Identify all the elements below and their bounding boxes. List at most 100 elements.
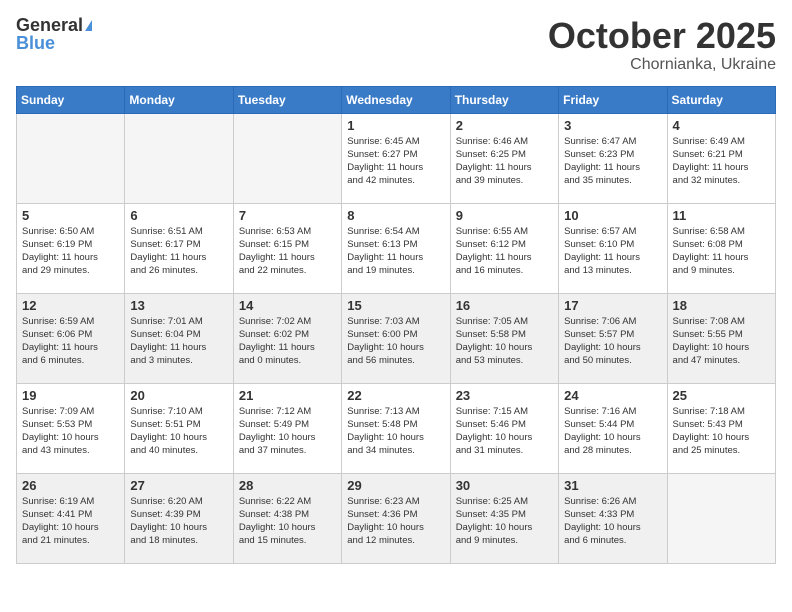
day-number: 31: [564, 478, 661, 493]
day-number: 28: [239, 478, 336, 493]
day-number: 13: [130, 298, 227, 313]
day-number: 3: [564, 118, 661, 133]
day-info: Sunrise: 6:53 AM Sunset: 6:15 PM Dayligh…: [239, 225, 336, 278]
page-header: General Blue October 2025 Chornianka, Uk…: [16, 16, 776, 74]
day-number: 14: [239, 298, 336, 313]
day-info: Sunrise: 6:57 AM Sunset: 6:10 PM Dayligh…: [564, 225, 661, 278]
day-info: Sunrise: 6:26 AM Sunset: 4:33 PM Dayligh…: [564, 495, 661, 548]
day-info: Sunrise: 6:59 AM Sunset: 6:06 PM Dayligh…: [22, 315, 119, 368]
weekday-header: Tuesday: [233, 86, 341, 113]
calendar-cell: 22 Sunrise: 7:13 AM Sunset: 5:48 PM Dayli…: [342, 383, 450, 473]
day-number: 8: [347, 208, 444, 223]
day-info: Sunrise: 7:15 AM Sunset: 5:46 PM Dayligh…: [456, 405, 553, 458]
day-info: Sunrise: 6:51 AM Sunset: 6:17 PM Dayligh…: [130, 225, 227, 278]
calendar-cell: 13 Sunrise: 7:01 AM Sunset: 6:04 PM Dayli…: [125, 293, 233, 383]
day-number: 5: [22, 208, 119, 223]
day-number: 16: [456, 298, 553, 313]
calendar-cell: 27Sunrise: 6:20 AM Sunset: 4:39 PM Dayli…: [125, 473, 233, 563]
calendar-cell: 21 Sunrise: 7:12 AM Sunset: 5:49 PM Dayli…: [233, 383, 341, 473]
day-number: 11: [673, 208, 770, 223]
day-info: Sunrise: 6:55 AM Sunset: 6:12 PM Dayligh…: [456, 225, 553, 278]
day-info: Sunrise: 6:49 AM Sunset: 6:21 PM Dayligh…: [673, 135, 770, 188]
month-title: October 2025: [548, 16, 776, 56]
calendar-cell: 17Sunrise: 7:06 AM Sunset: 5:57 PM Dayli…: [559, 293, 667, 383]
weekday-header: Saturday: [667, 86, 775, 113]
day-number: 21: [239, 388, 336, 403]
calendar-cell: 15 Sunrise: 7:03 AM Sunset: 6:00 PM Dayli…: [342, 293, 450, 383]
day-number: 23: [456, 388, 553, 403]
day-info: Sunrise: 7:10 AM Sunset: 5:51 PM Dayligh…: [130, 405, 227, 458]
calendar-cell: 12 Sunrise: 6:59 AM Sunset: 6:06 PM Dayli…: [17, 293, 125, 383]
weekday-header: Sunday: [17, 86, 125, 113]
calendar-cell: [667, 473, 775, 563]
day-info: Sunrise: 6:25 AM Sunset: 4:35 PM Dayligh…: [456, 495, 553, 548]
day-info: Sunrise: 6:58 AM Sunset: 6:08 PM Dayligh…: [673, 225, 770, 278]
calendar-cell: 30 Sunrise: 6:25 AM Sunset: 4:35 PM Dayli…: [450, 473, 558, 563]
day-number: 18: [673, 298, 770, 313]
calendar-cell: 20Sunrise: 7:10 AM Sunset: 5:51 PM Dayli…: [125, 383, 233, 473]
day-info: Sunrise: 7:03 AM Sunset: 6:00 PM Dayligh…: [347, 315, 444, 368]
day-number: 25: [673, 388, 770, 403]
day-info: Sunrise: 6:54 AM Sunset: 6:13 PM Dayligh…: [347, 225, 444, 278]
weekday-header: Thursday: [450, 86, 558, 113]
calendar-cell: 28 Sunrise: 6:22 AM Sunset: 4:38 PM Dayli…: [233, 473, 341, 563]
day-number: 17: [564, 298, 661, 313]
day-info: Sunrise: 7:01 AM Sunset: 6:04 PM Dayligh…: [130, 315, 227, 368]
day-number: 7: [239, 208, 336, 223]
day-info: Sunrise: 6:45 AM Sunset: 6:27 PM Dayligh…: [347, 135, 444, 188]
calendar-cell: 7 Sunrise: 6:53 AM Sunset: 6:15 PM Daylig…: [233, 203, 341, 293]
day-info: Sunrise: 7:13 AM Sunset: 5:48 PM Dayligh…: [347, 405, 444, 458]
day-info: Sunrise: 7:12 AM Sunset: 5:49 PM Dayligh…: [239, 405, 336, 458]
day-number: 9: [456, 208, 553, 223]
calendar-cell: 25 Sunrise: 7:18 AM Sunset: 5:43 PM Dayli…: [667, 383, 775, 473]
day-info: Sunrise: 6:50 AM Sunset: 6:19 PM Dayligh…: [22, 225, 119, 278]
day-number: 22: [347, 388, 444, 403]
day-info: Sunrise: 7:18 AM Sunset: 5:43 PM Dayligh…: [673, 405, 770, 458]
calendar-cell: 14Sunrise: 7:02 AM Sunset: 6:02 PM Dayli…: [233, 293, 341, 383]
calendar-cell: 9 Sunrise: 6:55 AM Sunset: 6:12 PM Daylig…: [450, 203, 558, 293]
calendar-cell: 16Sunrise: 7:05 AM Sunset: 5:58 PM Dayli…: [450, 293, 558, 383]
weekday-header-row: SundayMondayTuesdayWednesdayThursdayFrid…: [17, 86, 776, 113]
calendar-cell: 5 Sunrise: 6:50 AM Sunset: 6:19 PM Daylig…: [17, 203, 125, 293]
calendar-cell: [17, 113, 125, 203]
calendar-cell: 11 Sunrise: 6:58 AM Sunset: 6:08 PM Dayli…: [667, 203, 775, 293]
day-number: 26: [22, 478, 119, 493]
weekday-header: Friday: [559, 86, 667, 113]
calendar-week-row: 5 Sunrise: 6:50 AM Sunset: 6:19 PM Daylig…: [17, 203, 776, 293]
day-info: Sunrise: 6:47 AM Sunset: 6:23 PM Dayligh…: [564, 135, 661, 188]
title-block: October 2025 Chornianka, Ukraine: [548, 16, 776, 74]
day-info: Sunrise: 6:22 AM Sunset: 4:38 PM Dayligh…: [239, 495, 336, 548]
day-number: 12: [22, 298, 119, 313]
calendar-week-row: 12 Sunrise: 6:59 AM Sunset: 6:06 PM Dayli…: [17, 293, 776, 383]
calendar-cell: 26Sunrise: 6:19 AM Sunset: 4:41 PM Dayli…: [17, 473, 125, 563]
calendar-cell: 10 Sunrise: 6:57 AM Sunset: 6:10 PM Dayli…: [559, 203, 667, 293]
calendar-cell: 4Sunrise: 6:49 AM Sunset: 6:21 PM Daylig…: [667, 113, 775, 203]
day-number: 10: [564, 208, 661, 223]
day-number: 6: [130, 208, 227, 223]
day-number: 2: [456, 118, 553, 133]
calendar-cell: 18Sunrise: 7:08 AM Sunset: 5:55 PM Dayli…: [667, 293, 775, 383]
calendar-cell: 6 Sunrise: 6:51 AM Sunset: 6:17 PM Daylig…: [125, 203, 233, 293]
calendar-week-row: 19Sunrise: 7:09 AM Sunset: 5:53 PM Dayli…: [17, 383, 776, 473]
day-info: Sunrise: 6:46 AM Sunset: 6:25 PM Dayligh…: [456, 135, 553, 188]
day-number: 30: [456, 478, 553, 493]
logo-blue-text: Blue: [16, 33, 55, 53]
day-number: 27: [130, 478, 227, 493]
calendar-cell: 31 Sunrise: 6:26 AM Sunset: 4:33 PM Dayli…: [559, 473, 667, 563]
logo: General Blue: [16, 16, 92, 54]
calendar-week-row: 26Sunrise: 6:19 AM Sunset: 4:41 PM Dayli…: [17, 473, 776, 563]
calendar-cell: [125, 113, 233, 203]
day-number: 29: [347, 478, 444, 493]
logo-general-text: General: [16, 16, 83, 34]
weekday-header: Monday: [125, 86, 233, 113]
calendar-cell: [233, 113, 341, 203]
calendar-cell: 29Sunrise: 6:23 AM Sunset: 4:36 PM Dayli…: [342, 473, 450, 563]
calendar-cell: 2 Sunrise: 6:46 AM Sunset: 6:25 PM Daylig…: [450, 113, 558, 203]
calendar-table: SundayMondayTuesdayWednesdayThursdayFrid…: [16, 86, 776, 564]
day-number: 15: [347, 298, 444, 313]
day-number: 19: [22, 388, 119, 403]
day-number: 24: [564, 388, 661, 403]
calendar-cell: 24Sunrise: 7:16 AM Sunset: 5:44 PM Dayli…: [559, 383, 667, 473]
location: Chornianka, Ukraine: [548, 56, 776, 74]
logo-triangle-icon: [85, 20, 92, 31]
